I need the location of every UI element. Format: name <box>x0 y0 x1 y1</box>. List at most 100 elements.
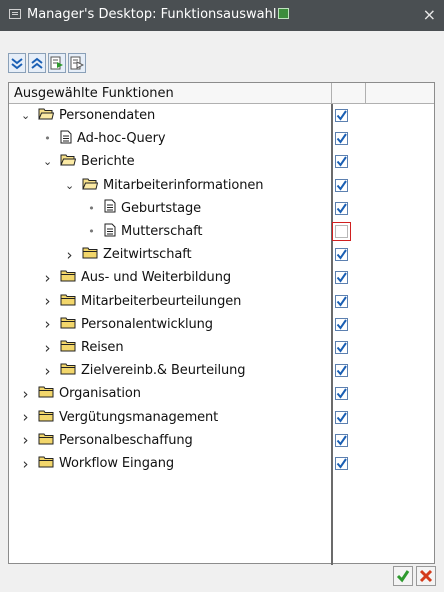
tree-row[interactable]: › Organisation <box>9 382 434 405</box>
folder-icon <box>82 246 98 263</box>
tree-row[interactable]: › Personalbeschaffung <box>9 429 434 452</box>
select-checkbox[interactable] <box>335 433 348 447</box>
tree-row[interactable]: • Mutterschaft <box>9 220 434 243</box>
tree-node[interactable]: • Ad-hoc-Query <box>43 127 166 150</box>
tree-node-label: Mitarbeiterinformationen <box>103 177 264 193</box>
folder-icon <box>60 269 76 286</box>
select-checkbox[interactable] <box>335 364 348 378</box>
checkmark-icon <box>336 412 347 423</box>
tree-node[interactable]: › Aus- und Weiterbildung <box>43 266 232 289</box>
expand-all-button[interactable] <box>8 53 26 73</box>
select-all-button[interactable] <box>48 53 66 73</box>
tree-node-label: Zeitwirtschaft <box>103 247 192 263</box>
tree-node[interactable]: • Geburtstage <box>87 197 201 220</box>
tree-node[interactable]: ⌄ Personendaten <box>21 104 155 127</box>
tree-row[interactable]: › Zeitwirtschaft <box>9 243 434 266</box>
select-checkbox[interactable] <box>335 132 348 146</box>
tree-node[interactable]: ⌄ Berichte <box>43 150 135 173</box>
ok-button[interactable] <box>393 566 413 586</box>
chevron-down-icon[interactable]: ⌄ <box>21 109 30 122</box>
tree-node[interactable]: › Zielvereinb.& Beurteilung <box>43 359 246 382</box>
tree-node-label: Reisen <box>81 340 124 355</box>
tree-node[interactable]: › Workflow Eingang <box>21 452 175 475</box>
bullet-icon: • <box>88 201 95 215</box>
tree-row[interactable]: • Geburtstage <box>9 197 434 220</box>
tree-node-label: Vergütungsmanagement <box>59 409 219 425</box>
tree-node[interactable]: › Organisation <box>21 382 141 405</box>
collapse-all-button[interactable] <box>28 53 46 73</box>
checkmark-icon <box>336 180 347 191</box>
select-checkbox[interactable] <box>335 271 348 285</box>
cancel-button[interactable] <box>416 566 436 586</box>
tree-row[interactable]: • Ad-hoc-Query <box>9 127 434 150</box>
folder-icon <box>38 385 54 402</box>
header-column-separator <box>365 83 366 104</box>
tree-node[interactable]: ⌄ Mitarbeiterinformationen <box>65 174 264 197</box>
tree-node-label: Mutterschaft <box>121 224 203 239</box>
tree-row[interactable]: › Personalentwicklung <box>9 313 434 336</box>
cancel-x-icon <box>419 569 433 583</box>
select-checkbox[interactable] <box>335 317 348 331</box>
select-checkbox[interactable] <box>335 109 348 122</box>
folder-icon <box>60 293 76 310</box>
deselect-all-icon <box>70 56 84 70</box>
chevron-right-icon[interactable]: › <box>21 431 30 449</box>
chevron-right-icon[interactable]: › <box>43 339 52 357</box>
checkmark-icon <box>336 435 347 446</box>
chevron-right-icon[interactable]: › <box>65 246 74 264</box>
chevron-right-icon[interactable]: › <box>43 292 52 310</box>
tree-row[interactable]: › Mitarbeiterbeurteilungen <box>9 290 434 313</box>
title-bar: Manager's Desktop: Funktionsauswahl × <box>0 0 444 31</box>
tree-node[interactable]: › Vergütungsmanagement <box>21 406 219 429</box>
chevron-right-icon[interactable]: › <box>21 408 30 426</box>
select-checkbox[interactable] <box>335 178 348 192</box>
chevron-right-icon[interactable]: › <box>21 455 30 473</box>
checkmark-icon <box>396 570 410 583</box>
tree-row[interactable]: ⌄ Berichte <box>9 150 434 173</box>
tree-node-label: Zielvereinb.& Beurteilung <box>81 363 246 379</box>
folder-open-icon <box>38 107 55 124</box>
tree-node[interactable]: • Mutterschaft <box>87 220 202 243</box>
tree-node-label: Berichte <box>81 154 135 170</box>
select-checkbox[interactable] <box>335 341 348 354</box>
folder-icon <box>60 339 76 356</box>
select-checkbox[interactable] <box>335 410 348 424</box>
chevron-right-icon[interactable]: › <box>43 269 52 287</box>
chevron-down-icon[interactable]: ⌄ <box>65 179 74 192</box>
function-tree-panel: Ausgewählte Funktionen ⌄ Personendaten • Ad… <box>8 82 435 565</box>
checkmark-icon <box>336 272 347 284</box>
chevron-down-icon[interactable]: ⌄ <box>43 155 52 168</box>
chevron-right-icon[interactable]: › <box>43 362 52 380</box>
checkmark-icon <box>336 458 347 469</box>
select-checkbox[interactable] <box>335 294 348 308</box>
bullet-icon: • <box>44 132 51 146</box>
chevron-right-icon[interactable]: › <box>21 385 30 403</box>
chevron-right-icon[interactable]: › <box>43 315 52 333</box>
tree-node[interactable]: › Mitarbeiterbeurteilungen <box>43 290 242 313</box>
tree-row[interactable]: › Zielvereinb.& Beurteilung <box>9 359 434 382</box>
tree-node-label: Personalbeschaffung <box>59 432 193 448</box>
tree-row[interactable]: ⌄ Mitarbeiterinformationen <box>9 174 434 197</box>
tree-row[interactable]: ⌄ Personendaten <box>9 104 434 127</box>
select-checkbox[interactable] <box>335 248 348 262</box>
checkmark-icon <box>336 203 347 214</box>
tree-node[interactable]: › Personalbeschaffung <box>21 429 193 452</box>
select-checkbox[interactable] <box>335 201 348 215</box>
tree-row[interactable]: › Aus- und Weiterbildung <box>9 266 434 289</box>
tree-node[interactable]: › Zeitwirtschaft <box>65 243 192 266</box>
folder-icon <box>38 432 54 449</box>
tree-node[interactable]: › Personalentwicklung <box>43 313 214 336</box>
document-icon <box>60 130 72 148</box>
folder-icon <box>38 455 54 472</box>
tree-row[interactable]: › Workflow Eingang <box>9 452 434 475</box>
select-checkbox[interactable] <box>335 387 348 401</box>
select-checkbox[interactable] <box>335 155 348 169</box>
select-checkbox[interactable] <box>332 222 351 241</box>
select-checkbox[interactable] <box>335 457 348 470</box>
deselect-all-button[interactable] <box>68 53 86 73</box>
close-button[interactable]: × <box>423 5 436 24</box>
checkmark-icon <box>336 110 347 121</box>
tree-row[interactable]: › Reisen <box>9 336 434 359</box>
tree-row[interactable]: › Vergütungsmanagement <box>9 406 434 429</box>
tree-node[interactable]: › Reisen <box>43 336 124 359</box>
